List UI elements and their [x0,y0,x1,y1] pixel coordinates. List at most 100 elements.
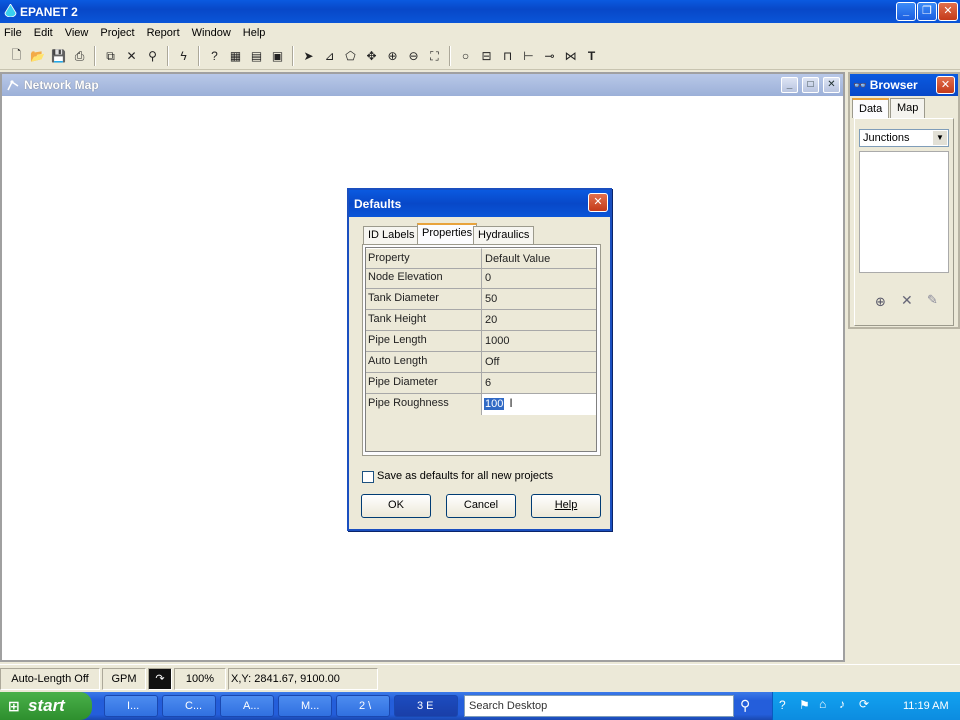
desktop-search-input[interactable]: Search Desktop [464,695,734,717]
browser-close-button[interactable]: ✕ [936,76,955,94]
tab-hydraulics[interactable]: Hydraulics [473,226,535,244]
delete-object-icon[interactable]: ✕ [901,292,913,309]
table-row: Tank Height 20 [366,310,596,331]
toolbar: 🗋 📂 💾 ⎙ ⧉ ✕ ⚲ ϟ ? ▦ ▤ ▣ ➤ ⊿ ⬠ ✥ ⊕ ⊖ ⛶ ○ … [0,43,960,70]
junction-icon[interactable]: ○ [455,46,476,67]
table-row: Tank Diameter 50 [366,289,596,310]
tab-data[interactable]: Data [852,98,890,118]
table-row: Pipe Length 1000 [366,331,596,352]
tray-network-icon[interactable]: ⌂ [819,697,826,711]
close-button[interactable]: ✕ [938,2,958,21]
taskbar-item[interactable]: C... [162,695,216,717]
edit-object-icon[interactable]: ✎ [927,292,938,308]
query-icon[interactable]: ? [204,46,225,67]
taskbar-item-active[interactable]: 3 E [394,695,458,717]
options-icon[interactable]: ▣ [267,46,288,67]
map-maximize-button[interactable]: □ [802,77,819,93]
delete-icon[interactable]: ✕ [121,46,142,67]
vertex-icon[interactable]: ⊿ [319,46,340,67]
property-value[interactable]: 6 [482,373,596,393]
tab-properties[interactable]: Properties [417,223,478,244]
menu-edit[interactable]: Edit [34,27,53,39]
toolbar-separator [167,46,169,66]
taskbar-item[interactable]: 2 \ [336,695,390,717]
open-folder-icon[interactable]: 📂 [27,46,48,67]
new-file-icon[interactable]: 🗋 [6,46,27,67]
ok-button[interactable]: OK [361,494,431,518]
label-text-icon[interactable]: T [581,46,602,67]
network-map-title: Network Map [24,78,99,92]
run-icon[interactable]: ϟ [173,46,194,67]
menu-file[interactable]: File [4,27,22,39]
object-list[interactable] [859,151,949,273]
menu-help[interactable]: Help [243,27,266,39]
pipe-icon[interactable]: ⊢ [518,46,539,67]
taskbar-item[interactable]: I... [104,695,158,717]
tank-icon[interactable]: ⊓ [497,46,518,67]
property-value[interactable]: 20 [482,310,596,330]
pan-icon[interactable]: ✥ [361,46,382,67]
find-icon[interactable]: ⚲ [142,46,163,67]
map-minimize-button[interactable]: _ [781,77,798,93]
taskbar-item[interactable]: M... [278,695,332,717]
zoom-in-icon[interactable]: ⊕ [382,46,403,67]
search-icon[interactable]: ⚲ [740,697,750,714]
property-name: Pipe Roughness [366,394,482,415]
property-value[interactable]: Off [482,352,596,372]
property-value[interactable]: 0 [482,268,596,288]
print-icon[interactable]: ⎙ [69,46,90,67]
map-close-button[interactable]: ✕ [823,77,840,93]
object-type-select[interactable]: Junctions ▼ [859,129,949,147]
menu-report[interactable]: Report [147,27,180,39]
taskbar-item[interactable]: A... [220,695,274,717]
reservoir-icon[interactable]: ⊟ [476,46,497,67]
menu-project[interactable]: Project [100,27,134,39]
table-row: Auto Length Off [366,352,596,373]
add-object-icon[interactable]: ⊕ [875,294,886,310]
tray-volume-icon[interactable]: ♪ [839,697,845,711]
start-button[interactable]: ⊞ start [0,692,92,720]
valve-icon[interactable]: ⋈ [560,46,581,67]
chevron-down-icon[interactable]: ▼ [933,131,947,145]
dialog-close-button[interactable]: ✕ [588,193,608,212]
help-button[interactable]: Help [531,494,601,518]
pump-icon[interactable]: ⊸ [539,46,560,67]
restore-button[interactable]: ❐ [917,2,937,21]
minimize-button[interactable]: _ [896,2,916,21]
select-region-icon[interactable]: ⬠ [340,46,361,67]
grid-header: Property Default Value [366,248,596,269]
menu-view[interactable]: View [65,27,89,39]
table-icon[interactable]: ▤ [246,46,267,67]
pipe-roughness-input[interactable]: 100 I [482,394,596,415]
browser-icon: 👓 [853,79,867,92]
windows-logo-icon: ⊞ [8,698,20,714]
select-arrow-icon[interactable]: ➤ [298,46,319,67]
cancel-button[interactable]: Cancel [446,494,516,518]
property-grid: Property Default Value Node Elevation 0 … [365,247,597,452]
save-defaults-checkbox[interactable] [362,471,374,483]
start-label: start [28,696,65,715]
tab-map[interactable]: Map [890,98,926,118]
clock: 11:19 AM [903,700,949,712]
full-extent-icon[interactable]: ⛶ [424,46,445,67]
property-value[interactable]: 1000 [482,331,596,351]
table-row: Pipe Roughness 100 I [366,394,596,415]
graph-icon[interactable]: ▦ [225,46,246,67]
copy-icon[interactable]: ⧉ [100,46,121,67]
save-icon[interactable]: 💾 [48,46,69,67]
zoom-out-icon[interactable]: ⊖ [403,46,424,67]
app-title: EPANET 2 [20,4,78,19]
taskbar: ⊞ start I... C... A... M... 2 \ 3 E Sear… [0,692,960,720]
column-header-default-value: Default Value [482,248,596,268]
property-value[interactable]: 50 [482,289,596,309]
dialog-title-bar: Defaults ✕ [349,190,610,217]
tray-update-icon[interactable]: ⟳ [859,697,869,711]
toolbar-separator [449,46,451,66]
tray-security-icon[interactable]: ⚑ [799,698,810,712]
status-bar: Auto-Length Off GPM ↷ 100% X,Y: 2841.67,… [0,664,960,692]
map-window-icon [7,80,19,91]
menu-window[interactable]: Window [192,27,231,39]
tab-id-labels[interactable]: ID Labels [363,226,420,244]
tray-help-icon[interactable]: ? [779,698,786,712]
auto-length-status[interactable]: Auto-Length Off [0,667,100,690]
